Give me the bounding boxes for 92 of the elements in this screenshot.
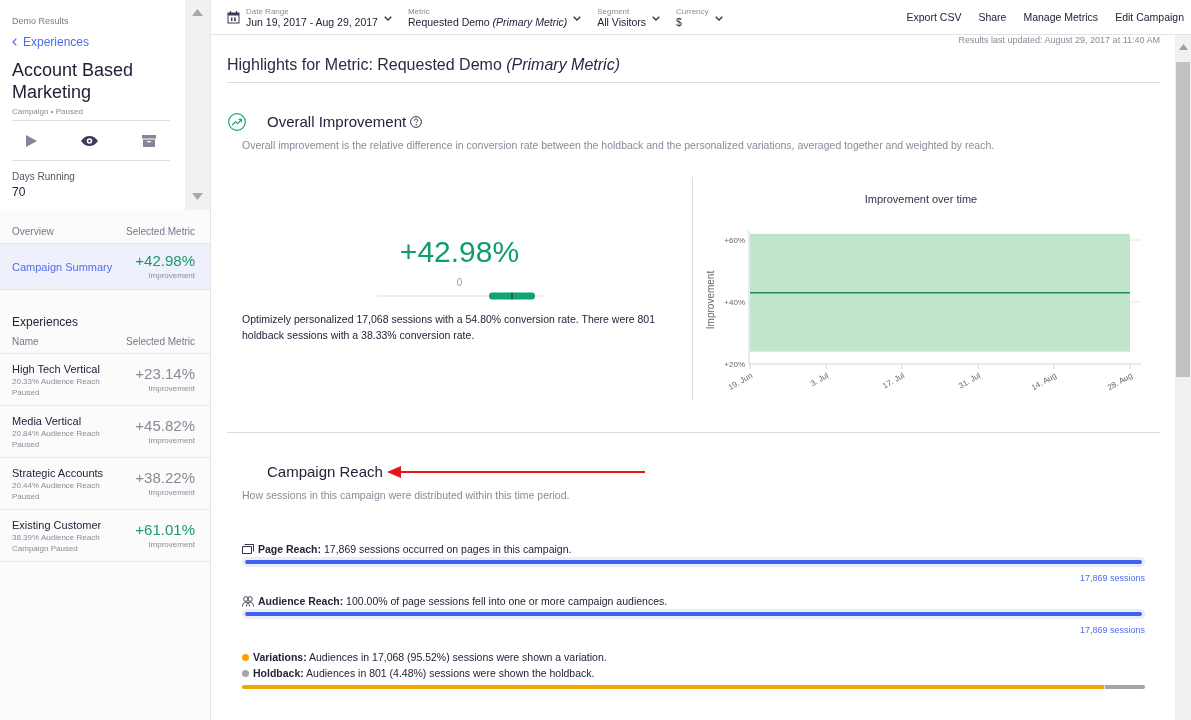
item-name: Campaign Summary — [12, 259, 113, 274]
scroll-thumb[interactable] — [1176, 62, 1190, 377]
audience-reach-text: 20.84% Audience Reach — [12, 428, 100, 439]
column-header: Name — [12, 336, 39, 348]
scrollbar[interactable] — [185, 0, 210, 210]
y-tick-label: +20% — [724, 360, 745, 369]
chevron-down-icon — [652, 15, 661, 21]
improvement-caption: Improvement — [148, 436, 195, 446]
section-title: Overall Improvement — [267, 113, 407, 131]
audience-reach-text: 38.39% Audience Reach — [12, 532, 100, 543]
status-text: Paused — [12, 491, 40, 502]
improvement-caption: Improvement — [148, 384, 195, 394]
status-text: Paused — [12, 439, 40, 450]
breadcrumb: Demo Results — [12, 16, 69, 27]
y-axis-label: Improvement — [705, 270, 716, 330]
improvement-caption: Improvement — [148, 540, 195, 550]
chevron-down-icon — [573, 15, 582, 21]
days-running-label: Days Running — [12, 171, 75, 183]
filter-dropdown[interactable]: Metric Requested Demo (Primary Metric) — [407, 6, 582, 28]
chevron-left-icon — [12, 38, 17, 46]
y-tick-label: +40% — [724, 298, 745, 307]
improvement-value: +42.98% — [399, 235, 520, 269]
column-header: Selected Metric — [126, 336, 195, 348]
x-tick-label: 3. Jul — [808, 370, 830, 389]
sidebar-item[interactable]: Campaign Summary +42.98% Improvement — [0, 244, 210, 290]
section-heading: Experiences — [12, 315, 79, 329]
toolbar-action[interactable]: Manage Metrics — [1023, 10, 1099, 24]
highlights-title: Highlights for Metric: Requested Demo (Primary Metric) — [227, 55, 1160, 83]
filter-dropdown[interactable]: Date Range Jun 19, 2017 - Aug 29, 2017 — [227, 6, 392, 28]
people-icon — [242, 595, 254, 607]
chart-title: Improvement over time — [864, 193, 978, 205]
x-tick-label: 28. Aug — [1106, 370, 1134, 393]
audience-reach-text: 20.33% Audience Reach — [12, 376, 100, 387]
campaign-title: Account Based Marketing — [12, 59, 135, 103]
scroll-up-arrow-icon[interactable] — [192, 9, 203, 16]
play-icon[interactable] — [26, 134, 37, 147]
improvement-value: +38.22% — [135, 469, 195, 487]
archive-icon[interactable] — [142, 134, 156, 147]
x-tick-label: 17. Jul — [881, 370, 906, 391]
toolbar-action[interactable]: Edit Campaign — [1115, 10, 1184, 24]
sessions-count: 17,869 sessions — [1079, 624, 1145, 636]
calendar-icon — [227, 10, 240, 24]
sidebar-item[interactable]: High Tech Vertical 20.33% Audience Reach Paused +23.14% Improvement — [0, 354, 210, 406]
reach-text: Audience Reach: 100.00% of page sessions fell into one or more campaign audiences. — [258, 594, 668, 608]
item-name: High Tech Vertical — [12, 362, 100, 376]
section-title: Campaign Reach — [267, 463, 383, 481]
y-tick-label: +60% — [724, 236, 745, 245]
pages-icon — [242, 544, 254, 554]
sidebar-item[interactable]: Strategic Accounts 20.44% Audience Reach Paused +38.22% Improvement — [0, 458, 210, 510]
scrollbar[interactable] — [1175, 35, 1191, 720]
status-text: Campaign Paused — [12, 543, 78, 554]
improvement-value: +45.82% — [135, 417, 195, 435]
reach-text: Page Reach: 17,869 sessions occurred on pages in this campaign. — [258, 542, 572, 556]
item-name: Strategic Accounts — [12, 466, 104, 480]
status-text: Paused — [12, 387, 40, 398]
filter-dropdown[interactable]: Segment All Visitors — [597, 6, 661, 28]
trend-up-icon — [228, 113, 246, 131]
improvement-value: +42.98% — [135, 252, 195, 270]
legend-text: Variations: Audiences in 17,068 (95.52%) sessions were shown a variation. — [253, 650, 607, 665]
improvement-value: +23.14% — [135, 365, 195, 383]
column-header: Selected Metric — [126, 226, 195, 238]
back-link[interactable]: Experiences — [12, 34, 90, 50]
improvement-caption: Improvement — [148, 271, 195, 281]
chevron-down-icon — [714, 15, 723, 21]
improvement-caption: Improvement — [148, 488, 195, 498]
scroll-down-arrow-icon[interactable] — [192, 193, 203, 200]
campaign-status-text: Campaign • Paused — [12, 107, 83, 117]
item-name: Existing Customer — [12, 518, 102, 532]
chevron-down-icon — [383, 15, 392, 21]
filter-dropdown[interactable]: Currency $ — [676, 6, 723, 28]
eye-icon[interactable] — [81, 135, 98, 146]
last-updated-text: Results last updated: August 29, 2017 at 11:40 AM — [958, 35, 1160, 46]
section-description: How sessions in this campaign were distributed within this time period. — [242, 488, 571, 502]
toolbar-action[interactable]: Share — [978, 10, 1007, 24]
section-description: Overall improvement is the relative difference in conversion rate between the holdback and the personalized variations, averaged together and weighted by reach. — [242, 138, 996, 152]
toolbar-action[interactable]: Export CSV — [906, 10, 962, 24]
legend-text: Holdback: Audiences in 801 (4.48%) sessions were shown the holdback. — [253, 666, 595, 681]
sidebar-item[interactable]: Media Vertical 20.84% Audience Reach Paused +45.82% Improvement — [0, 406, 210, 458]
item-name: Media Vertical — [12, 414, 82, 428]
help-icon[interactable] — [410, 116, 423, 128]
x-tick-label: 14. Aug — [1030, 370, 1058, 393]
column-header: Overview — [12, 226, 54, 238]
improvement-value: +61.01% — [135, 521, 195, 539]
scale-zero-label: 0 — [456, 277, 463, 289]
summary-text: Optimizely personalized 17,068 sessions with a 54.80% conversion rate. There were 801 holdback sessions with a 38.33% conversion rate. — [242, 312, 657, 343]
audience-reach-text: 20.44% Audience Reach — [12, 480, 100, 491]
scroll-up-arrow-icon[interactable] — [1178, 44, 1188, 50]
sessions-count: 17,869 sessions — [1079, 572, 1145, 584]
sidebar-item[interactable]: Existing Customer 38.39% Audience Reach Campaign Paused +61.01% Improvement — [0, 510, 210, 562]
x-tick-label: 19. Jun — [726, 370, 754, 392]
days-running-value: 70 — [12, 185, 26, 199]
x-tick-label: 31. Jul — [957, 370, 982, 391]
